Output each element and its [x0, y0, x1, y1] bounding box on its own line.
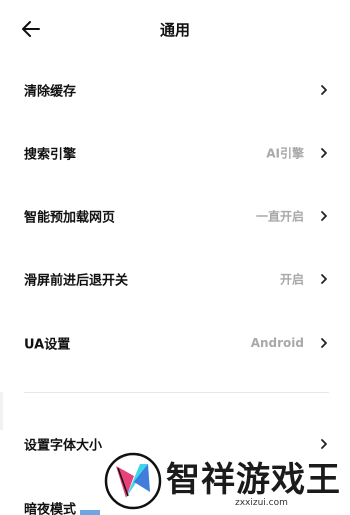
watermark: 智祥游戏王 zxxizui.com: [100, 448, 350, 515]
setting-value: 开启: [279, 272, 304, 287]
page-title: 通用: [159, 21, 190, 39]
setting-label: 搜索引擎: [24, 147, 77, 163]
setting-value: AI引擎: [266, 146, 304, 161]
top-bar: 通用: [0, 0, 350, 60]
watermark-url: zxxizui.com: [235, 498, 288, 508]
setting-value: Android: [250, 336, 304, 350]
setting-label: 滑屏前进后退开关: [24, 273, 129, 289]
setting-search-engine[interactable]: 搜索引擎 AI引擎: [0, 129, 350, 177]
setting-label: 暗夜模式: [24, 502, 77, 515]
brand-logo-icon: [104, 452, 162, 510]
setting-swipe-navigation[interactable]: 滑屏前进后退开关 开启: [0, 255, 350, 303]
chevron-right-icon: [321, 211, 327, 221]
setting-label: UA设置: [24, 337, 71, 353]
setting-user-agent[interactable]: UA设置 Android: [0, 319, 350, 367]
section-divider: [24, 392, 329, 393]
setting-label: 清除缓存: [24, 84, 77, 100]
setting-preload-pages[interactable]: 智能预加载网页 一直开启: [0, 192, 350, 240]
setting-value: 一直开启: [255, 209, 304, 224]
setting-label: 智能预加载网页: [24, 210, 116, 226]
chevron-right-icon: [321, 338, 327, 348]
chevron-right-icon: [321, 85, 327, 95]
watermark-title: 智祥游戏王: [166, 460, 341, 500]
setting-clear-cache[interactable]: 清除缓存: [0, 66, 350, 114]
chevron-right-icon: [321, 274, 327, 284]
scroll-indicator: [80, 510, 100, 515]
chevron-right-icon: [321, 148, 327, 158]
setting-label: 设置字体大小: [24, 438, 103, 454]
